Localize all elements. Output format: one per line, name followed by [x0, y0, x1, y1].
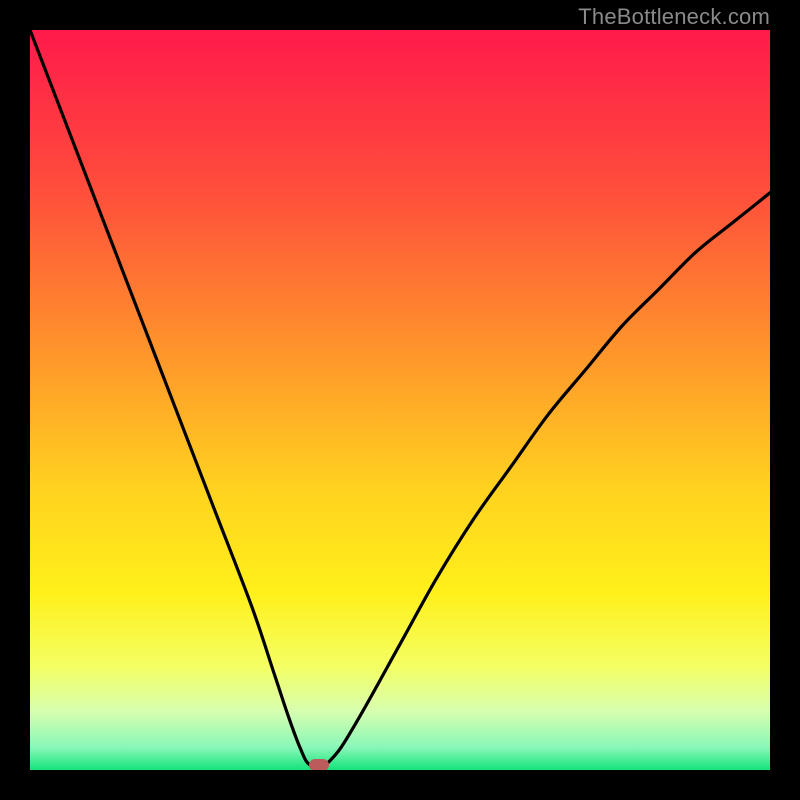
curve — [30, 30, 770, 770]
frame: TheBottleneck.com — [0, 0, 800, 800]
plot-area — [30, 30, 770, 770]
watermark-text: TheBottleneck.com — [578, 4, 770, 30]
optimum-marker — [309, 759, 329, 770]
